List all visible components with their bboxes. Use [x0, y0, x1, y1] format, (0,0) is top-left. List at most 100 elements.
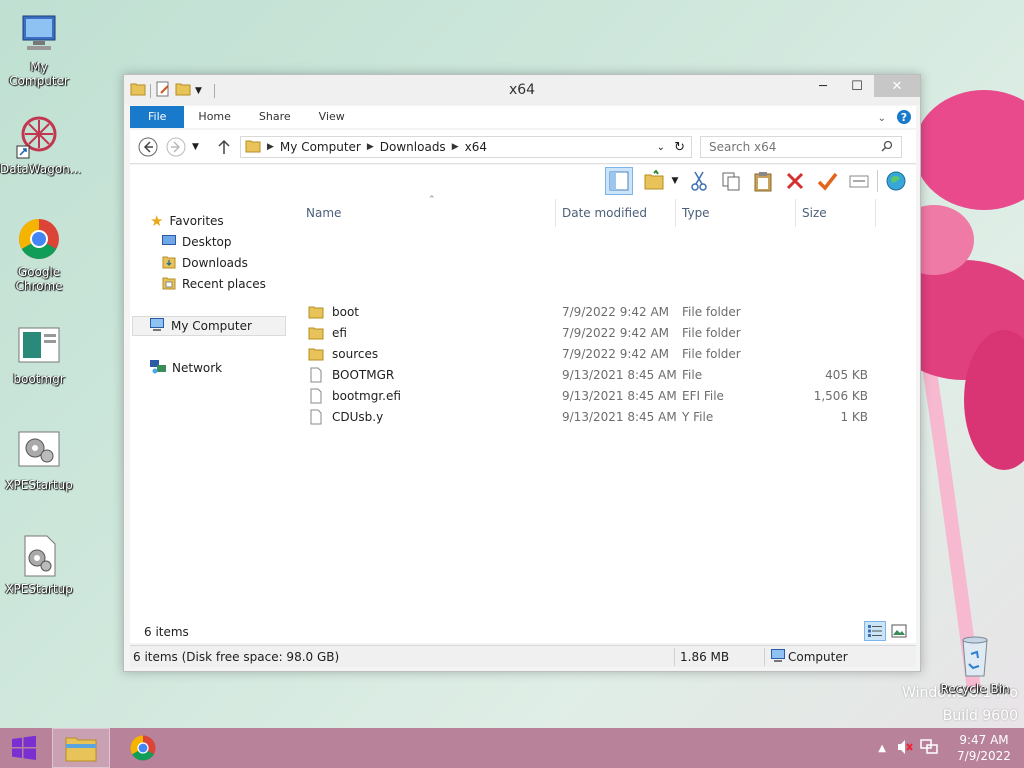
gear-file-icon	[15, 532, 63, 580]
file-type: File folder	[682, 347, 741, 361]
status-divider	[674, 648, 675, 666]
recent-places-icon	[162, 276, 176, 293]
recycle-bin-icon	[951, 632, 999, 680]
desktop-icon-my-computer[interactable]: My Computer	[0, 10, 78, 88]
back-button[interactable]	[138, 137, 158, 157]
clock[interactable]: 9:47 AM 7/9/2022	[944, 732, 1024, 764]
nav-my-computer[interactable]: My Computer	[132, 316, 286, 336]
start-button[interactable]	[0, 728, 48, 768]
file-date: 9/13/2021 8:45 AM	[562, 368, 677, 382]
rename-check-icon[interactable]	[813, 167, 841, 195]
taskbar-chrome[interactable]	[114, 728, 172, 768]
nav-network[interactable]: Network	[150, 358, 222, 378]
properties-icon[interactable]	[845, 167, 873, 195]
delete-icon[interactable]	[781, 167, 809, 195]
explorer-window[interactable]: ▼ x64 ─ ☐ ✕ File Home Share View ⌄ ? ▼ ▶…	[123, 74, 921, 672]
nav-recent-places[interactable]: Recent places	[162, 274, 266, 294]
breadcrumb-chevron-icon[interactable]: ▶	[267, 142, 274, 152]
close-button[interactable]: ✕	[874, 75, 920, 97]
file-date: 9/13/2021 8:45 AM	[562, 389, 677, 403]
file-name: efi	[332, 326, 347, 340]
nav-desktop[interactable]: Desktop	[162, 232, 232, 252]
search-icon[interactable]	[881, 140, 893, 155]
file-row-bootmgr-efi[interactable]: bootmgr.efi 9/13/2021 8:45 AM EFI File 1…	[300, 386, 880, 407]
tab-file[interactable]: File	[130, 106, 185, 128]
desktop-icon	[162, 234, 176, 250]
file-row-bootmgr[interactable]: BOOTMGR 9/13/2021 8:45 AM File 405 KB	[300, 365, 880, 386]
desktop-icon-label: XPEStartup	[5, 582, 73, 596]
search-box[interactable]	[700, 136, 902, 158]
file-row-cdusb[interactable]: CDUsb.y 9/13/2021 8:45 AM Y File 1 KB	[300, 407, 880, 428]
view-switcher	[864, 621, 910, 641]
status-bar: 6 items (Disk free space: 98.0 GB) 1.86 …	[130, 645, 916, 667]
minimize-button[interactable]: ─	[806, 75, 840, 97]
globe-icon[interactable]	[882, 167, 910, 195]
desktop-icon-xpestartup-1[interactable]: XPEStartup	[0, 428, 78, 492]
ribbon-expand-icon[interactable]: ⌄	[878, 113, 886, 124]
nav-label: Desktop	[182, 235, 232, 249]
breadcrumb-downloads[interactable]: Downloads	[380, 140, 446, 154]
folder-icon	[308, 346, 324, 365]
help-icon[interactable]: ?	[896, 109, 912, 128]
breadcrumb-my-computer[interactable]: My Computer	[280, 140, 361, 154]
desktop-icon-chrome[interactable]: Google Chrome	[0, 215, 78, 293]
file-date: 9/13/2021 8:45 AM	[562, 410, 677, 424]
nav-favorites[interactable]: ★ Favorites	[150, 211, 224, 231]
tab-view[interactable]: View	[305, 106, 359, 128]
search-input[interactable]	[709, 140, 869, 154]
desktop-icon-label: My Computer	[9, 60, 69, 88]
item-count-bar: 6 items	[130, 621, 916, 643]
breadcrumb-chevron-icon[interactable]: ▶	[367, 142, 374, 152]
navigation-pane-button[interactable]	[605, 167, 633, 195]
desktop-icon-bootmgr[interactable]: bootmgr	[0, 322, 78, 386]
desktop-icon-xpestartup-2[interactable]: XPEStartup	[0, 532, 78, 596]
breadcrumb-chevron-icon[interactable]: ▶	[452, 142, 459, 152]
cut-icon[interactable]	[685, 167, 713, 195]
large-icons-view-button[interactable]	[888, 621, 910, 641]
file-row-sources[interactable]: sources 7/9/2022 9:42 AM File folder	[300, 344, 880, 365]
file-row-efi[interactable]: efi 7/9/2022 9:42 AM File folder	[300, 323, 880, 344]
network-tray-icon[interactable]	[920, 738, 938, 758]
breadcrumb-x64[interactable]: x64	[465, 140, 487, 154]
file-size: 1 KB	[840, 410, 868, 424]
copy-icon[interactable]	[717, 167, 745, 195]
computer-icon	[15, 10, 63, 58]
refresh-icon[interactable]: ↻	[674, 140, 685, 155]
details-view-button[interactable]	[864, 621, 886, 641]
desktop-icon-recycle-bin[interactable]: Recycle Bin	[936, 632, 1014, 696]
file-icon	[308, 388, 324, 407]
column-header-size[interactable]: Size	[796, 199, 876, 227]
folder-options-dropdown-icon[interactable]: ▼	[669, 167, 681, 195]
recent-locations-icon[interactable]: ▼	[192, 137, 212, 157]
nav-downloads[interactable]: Downloads	[162, 253, 248, 273]
file-size: 1,506 KB	[813, 389, 868, 403]
windows-logo-icon	[12, 735, 36, 760]
folder-options-icon[interactable]	[643, 167, 665, 195]
title-bar[interactable]: ▼ x64 ─ ☐ ✕	[124, 75, 920, 105]
forward-button[interactable]	[166, 137, 186, 157]
maximize-button[interactable]: ☐	[840, 75, 874, 97]
window-controls: ─ ☐ ✕	[806, 75, 920, 97]
desktop-icon-datawagon[interactable]: DataWagon...	[0, 112, 81, 176]
ribbon-tabs: File Home Share View ⌄ ?	[130, 106, 916, 128]
column-header-type[interactable]: Type	[676, 199, 796, 227]
nav-label: Recent places	[182, 277, 266, 291]
tab-home[interactable]: Home	[184, 106, 244, 128]
desktop-icon-label: Google Chrome	[15, 265, 63, 293]
file-row-boot[interactable]: boot 7/9/2022 9:42 AM File folder	[300, 302, 880, 323]
volume-muted-icon[interactable]	[896, 739, 914, 758]
address-dropdown-icon[interactable]: ⌄	[657, 142, 665, 153]
taskbar-file-explorer[interactable]	[52, 728, 110, 768]
nav-label: Favorites	[169, 214, 224, 228]
address-bar[interactable]: ▶ My Computer ▶ Downloads ▶ x64 ⌄ ↻	[240, 136, 692, 158]
tray-expand-icon[interactable]: ▲	[878, 743, 886, 754]
file-date: 7/9/2022 9:42 AM	[562, 326, 670, 340]
nav-label: Downloads	[182, 256, 248, 270]
paste-icon[interactable]	[749, 167, 777, 195]
column-header-date[interactable]: Date modified	[556, 199, 676, 227]
chrome-icon	[130, 735, 156, 761]
tab-share[interactable]: Share	[245, 106, 305, 128]
downloads-folder-icon	[162, 255, 176, 272]
desktop-icon-label: bootmgr	[13, 372, 65, 386]
up-button[interactable]	[214, 137, 234, 157]
